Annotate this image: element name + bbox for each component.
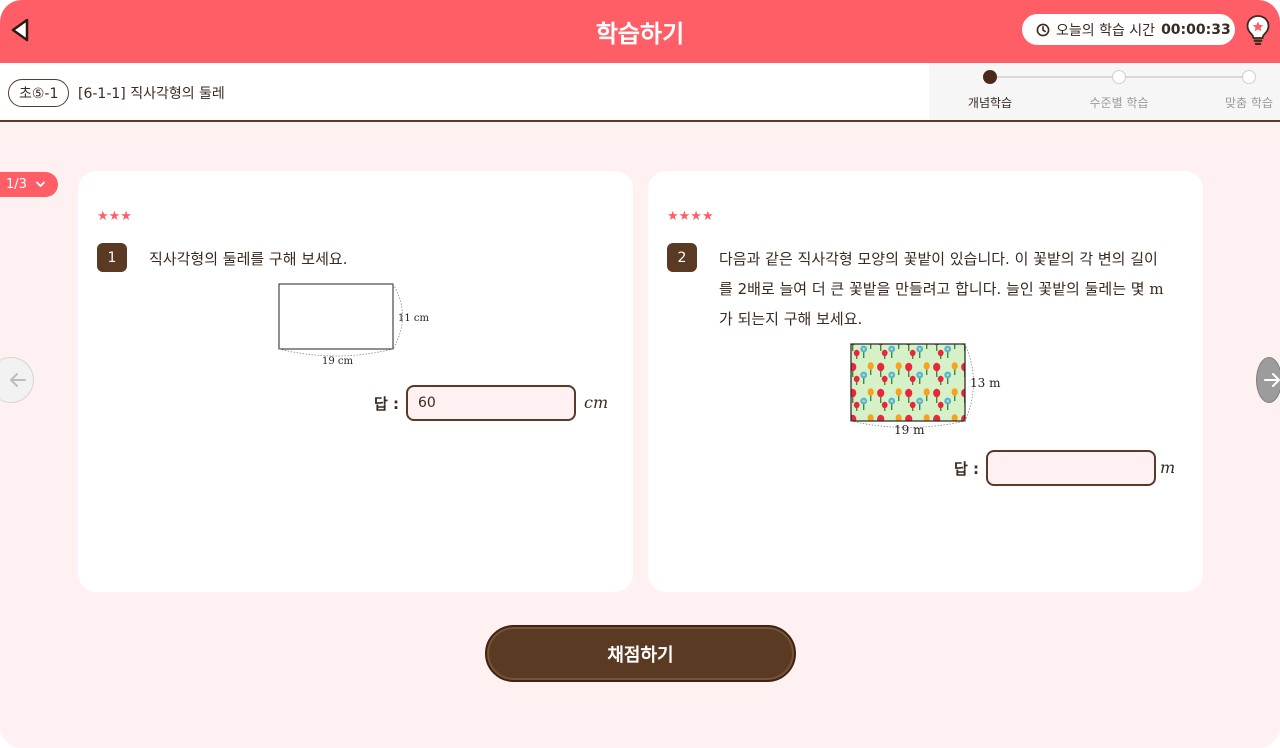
question-text-line-2-body: 를 2배로 늘여 더 큰 꽃밭을 만들려고 합니다. 늘인 꽃밭의 둘레는 몇: [719, 280, 1150, 298]
figure-height-label: 13 m: [970, 376, 1001, 390]
answer-input-2[interactable]: [986, 450, 1156, 486]
question-text-line-2: 를 2배로 늘여 더 큰 꽃밭을 만들려고 합니다. 늘인 꽃밭의 둘레는 몇 …: [719, 274, 1179, 304]
page-indicator[interactable]: 1/3: [0, 172, 58, 197]
arrow-right-icon: [1264, 373, 1280, 387]
figure-width-label: 19 cm: [322, 356, 354, 367]
rectangle-figure: 11 cm 19 cm: [278, 283, 430, 367]
figure-height-label: 11 cm: [398, 313, 430, 324]
timer-value: 00:00:33: [1161, 21, 1231, 38]
question-text: 다음과 같은 직사각형 모양의 꽃밭이 있습니다. 이 꽃밭의 각 변의 길이 …: [719, 244, 1179, 334]
question-text-line-3: 가 되는지 구해 보세요.: [719, 310, 863, 328]
question-card-1: ★★★ 1 직사각형의 둘레를 구해 보세요. 11 cm 19 cm 답 : …: [78, 171, 633, 592]
figure-width-label: 19 m: [894, 423, 925, 434]
lightbulb-icon: [1246, 15, 1270, 45]
learning-progress: 개념학습 수준별 학습 맞춤 학습: [929, 63, 1280, 120]
clock-icon: [1036, 23, 1050, 37]
answer-unit: m: [1160, 458, 1176, 477]
question-number: 1: [97, 243, 127, 272]
difficulty-stars: ★★★★: [667, 209, 714, 224]
next-button[interactable]: [1244, 357, 1280, 403]
content-area: 1/3 ★★★ 1 직사각형의 둘레를 구해 보세요. 11 cm 19 cm …: [0, 122, 1280, 748]
grade-button[interactable]: 채점하기: [485, 625, 796, 682]
answer-label: 답 :: [374, 395, 400, 413]
grade-badge: 초⑤-1: [8, 79, 70, 107]
flower-garden-figure: 13 m 19 m: [850, 343, 1001, 434]
question-number: 2: [667, 243, 697, 272]
question-text-line-1: 다음과 같은 직사각형 모양의 꽃밭이 있습니다. 이 꽃밭의 각 변의 길이: [719, 250, 1158, 268]
question-card-2: ★★★★ 2 다음과 같은 직사각형 모양의 꽃밭이 있습니다. 이 꽃밭의 각…: [648, 171, 1203, 592]
question-text-unit: m: [1149, 280, 1164, 298]
hint-button[interactable]: [1242, 12, 1274, 48]
chevron-down-icon: [36, 181, 45, 188]
step-dot-custom[interactable]: [1242, 70, 1256, 84]
lesson-bar: 초⑤-1 [6-1-1] 직사각형의 둘레 개념학습 수준별 학습 맞춤 학습: [0, 63, 1280, 122]
prev-button[interactable]: [0, 357, 36, 403]
step-label-level[interactable]: 수준별 학습: [1089, 94, 1148, 111]
step-dot-level[interactable]: [1112, 70, 1126, 84]
step-label-concept[interactable]: 개념학습: [968, 94, 1012, 111]
step-label-custom[interactable]: 맞춤 학습: [1225, 94, 1273, 111]
study-timer: 오늘의 학습 시간 00:00:33: [1022, 14, 1235, 45]
timer-label: 오늘의 학습 시간: [1056, 22, 1156, 39]
app-header: 학습하기 오늘의 학습 시간 00:00:33: [0, 0, 1280, 63]
difficulty-stars: ★★★: [97, 209, 132, 224]
step-dot-concept[interactable]: [983, 70, 997, 84]
answer-label: 답 :: [954, 460, 980, 478]
arrow-left-icon: [10, 373, 26, 387]
question-text: 직사각형의 둘레를 구해 보세요.: [149, 250, 348, 268]
unit-title: [6-1-1] 직사각형의 둘레: [78, 86, 225, 102]
answer-unit: cm: [584, 393, 609, 412]
answer-input-1[interactable]: [406, 385, 576, 421]
page-count: 1/3: [6, 177, 27, 192]
